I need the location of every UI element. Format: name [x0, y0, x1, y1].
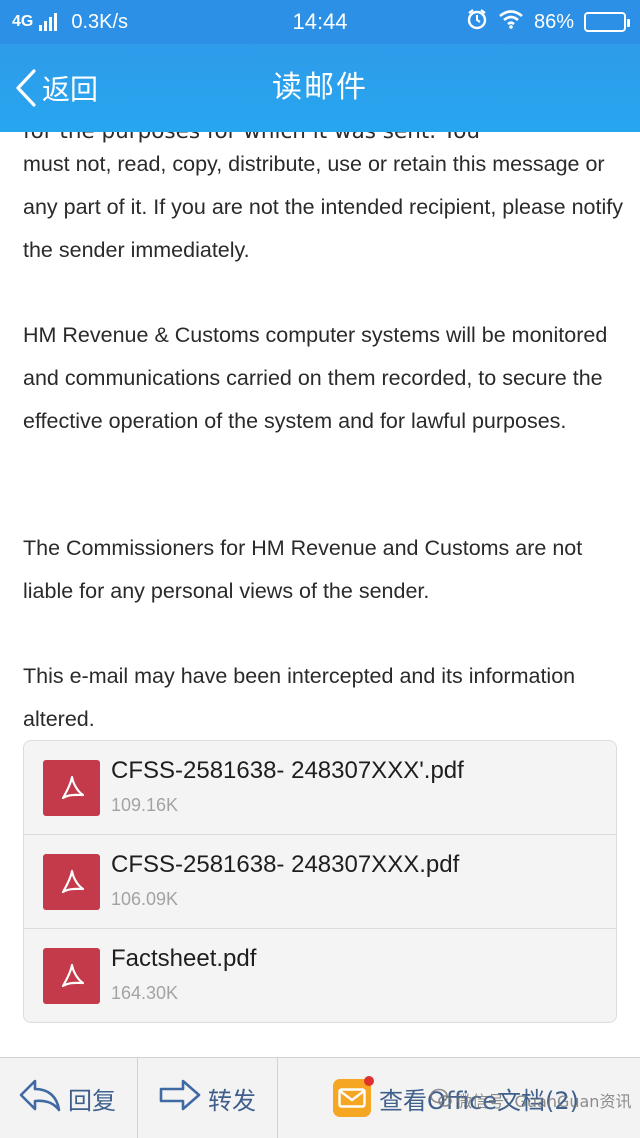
- attachment-size: 106.09K: [111, 889, 179, 909]
- attachment-item[interactable]: Factsheet.pdf 164.30K: [24, 929, 616, 1022]
- divider: [277, 1058, 278, 1138]
- email-paragraph: The Commissioners for HM Revenue and Cus…: [23, 536, 583, 603]
- forward-label: 转发: [208, 1086, 256, 1115]
- email-paragraph: This e-mail may have been intercepted an…: [23, 664, 576, 731]
- notification-dot: [364, 1076, 374, 1086]
- wechat-icon: [430, 1088, 452, 1112]
- email-paragraph: HM Revenue & Customs computer systems wi…: [23, 323, 608, 433]
- pdf-icon: [43, 760, 100, 816]
- attachment-name: Factsheet.pdf: [111, 945, 257, 972]
- app-header: 返回 读邮件: [0, 44, 640, 132]
- battery-percent: 86%: [533, 10, 574, 33]
- attachment-name: CFSS-2581638- 248307XXX'.pdf: [111, 757, 464, 784]
- page-title: 读邮件: [272, 70, 368, 105]
- email-paragraph: must not, read, copy, distribute, use or…: [23, 152, 623, 262]
- attachment-item[interactable]: CFSS-2581638- 248307XXX.pdf 106.09K: [24, 835, 616, 929]
- wifi-icon: [498, 9, 524, 35]
- watermark-text: 微信号: GuanGuan资讯: [456, 1092, 632, 1111]
- email-body: for the purposes for which it was sent. …: [0, 132, 640, 1057]
- divider: [137, 1058, 138, 1138]
- attachment-item[interactable]: CFSS-2581638- 248307XXX'.pdf 109.16K: [24, 741, 616, 835]
- status-right: 86%: [466, 8, 630, 36]
- attachment-size: 164.30K: [111, 983, 179, 1003]
- reply-button[interactable]: 回复: [18, 1058, 116, 1138]
- envelope-icon: [333, 1076, 374, 1117]
- alarm-icon: [466, 8, 488, 36]
- attachment-size: 109.16K: [111, 795, 179, 815]
- attachment-name: CFSS-2581638- 248307XXX.pdf: [111, 851, 460, 878]
- forward-icon: [158, 1077, 202, 1119]
- battery-icon: [584, 12, 630, 32]
- watermark: 微信号: GuanGuan资讯: [430, 1087, 631, 1113]
- pdf-icon: [43, 854, 100, 910]
- reply-label: 回复: [68, 1086, 116, 1115]
- attachment-list: CFSS-2581638- 248307XXX'.pdf 109.16K CFS…: [23, 740, 617, 1023]
- reply-icon: [18, 1077, 62, 1119]
- pdf-icon: [43, 948, 100, 1004]
- status-bar: 4G 0.3K/s 14:44 86%: [0, 0, 640, 44]
- forward-button[interactable]: 转发: [158, 1058, 256, 1138]
